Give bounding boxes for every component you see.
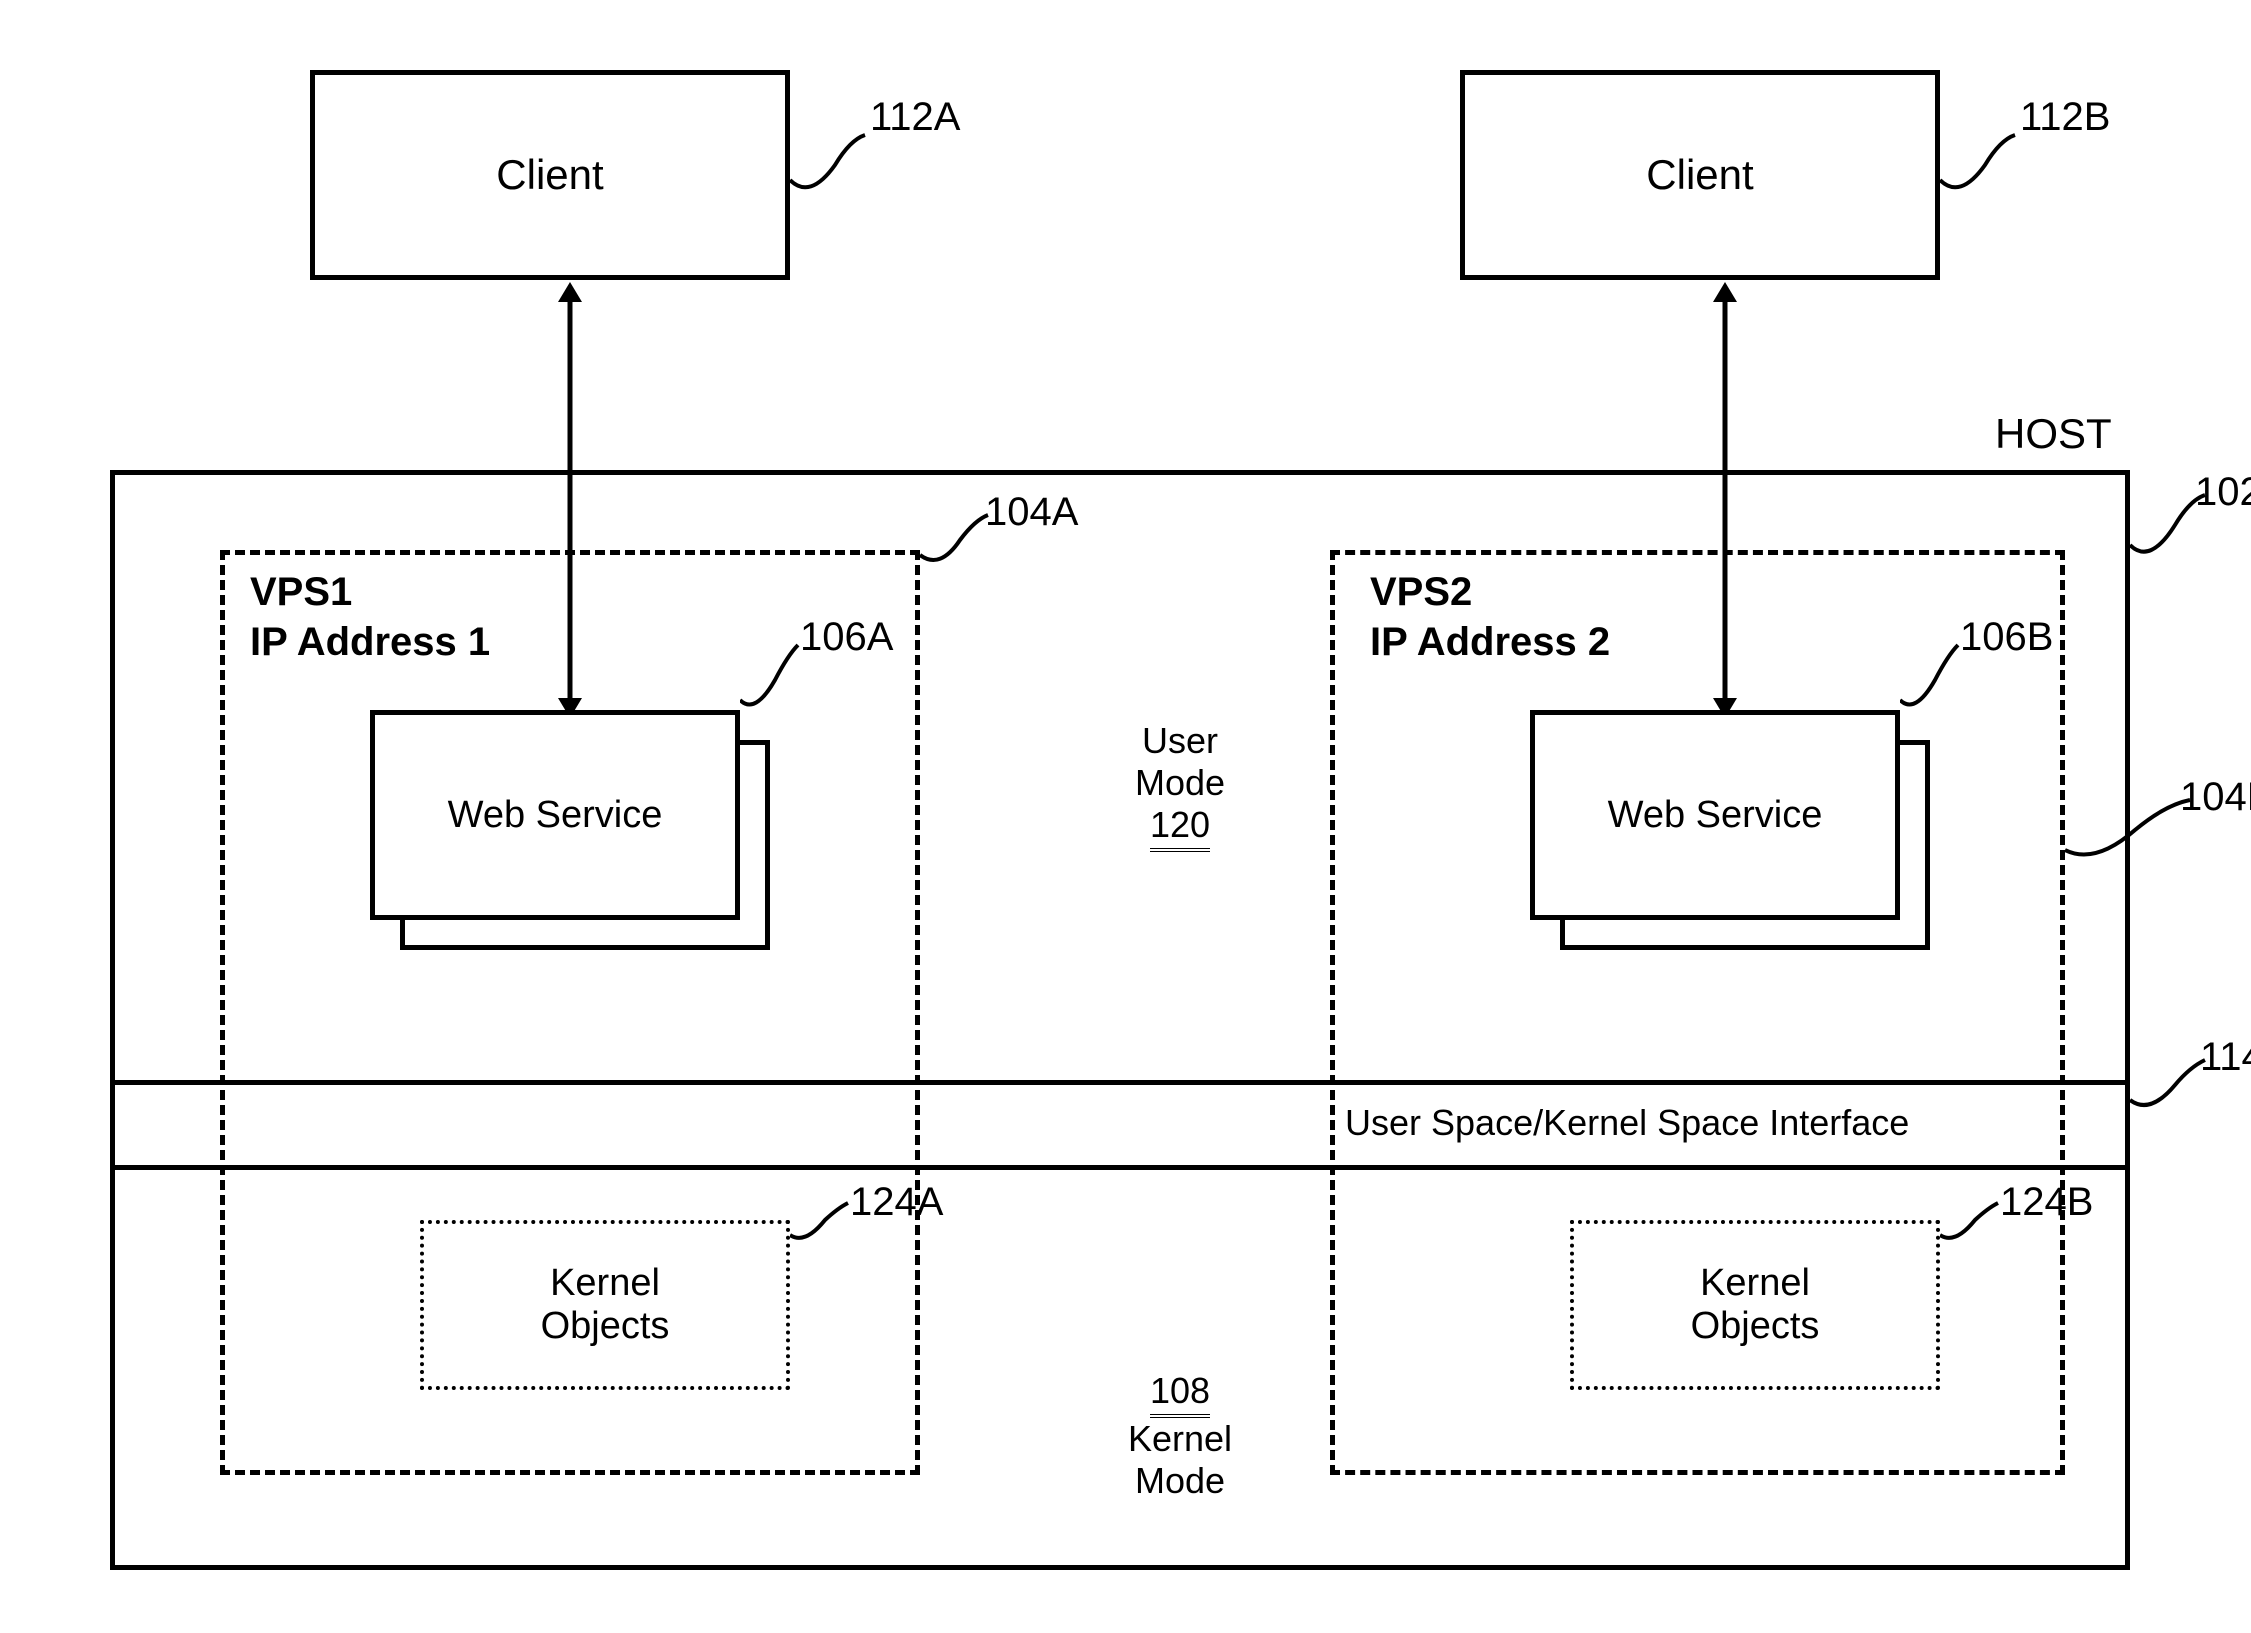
webservice-b-label: Web Service: [1608, 794, 1823, 837]
ref-102: 102: [2195, 470, 2251, 515]
ref-curve-104b: [2065, 795, 2195, 865]
vps1-ip: IP Address 1: [250, 620, 490, 665]
interface-line-bottom: [114, 1165, 2126, 1170]
webservice-a-front: Web Service: [370, 710, 740, 920]
ref-curve-114: [2130, 1055, 2210, 1115]
ref-112a: 112A: [870, 95, 960, 140]
kernel-objects-b-l1: Kernel: [1700, 1262, 1810, 1305]
ref-curve-124a: [790, 1200, 850, 1245]
kernel-mode-label: 108 Kernel Mode: [1090, 1370, 1270, 1502]
client-a-label: Client: [496, 151, 603, 199]
vps2-name: VPS2: [1370, 570, 1472, 615]
ref-114: 114: [2200, 1035, 2251, 1080]
webservice-b-front: Web Service: [1530, 710, 1900, 920]
ref-104b: 104B: [2180, 775, 2251, 820]
kernel-objects-b-box: Kernel Objects: [1570, 1220, 1940, 1390]
ref-124a: 124A: [850, 1180, 943, 1225]
user-mode-ref: 120: [1150, 804, 1210, 852]
kernel-objects-a-box: Kernel Objects: [420, 1220, 790, 1390]
client-a-box: Client: [310, 70, 790, 280]
kernel-objects-a-l2: Objects: [541, 1305, 670, 1348]
ref-106a: 106A: [800, 615, 893, 660]
ref-curve-124b: [1940, 1200, 2000, 1245]
interface-label: User Space/Kernel Space Interface: [1345, 1102, 1909, 1144]
vps2-ip: IP Address 2: [1370, 620, 1610, 665]
client-b-label: Client: [1646, 151, 1753, 199]
vps1-name: VPS1: [250, 570, 352, 615]
ref-104a: 104A: [985, 490, 1078, 535]
client-b-box: Client: [1460, 70, 1940, 280]
kernel-mode-ref: 108: [1150, 1370, 1210, 1418]
kernel-objects-a-l1: Kernel: [550, 1262, 660, 1305]
kernel-objects-b-l2: Objects: [1691, 1305, 1820, 1348]
kernel-mode-line1: Kernel: [1090, 1418, 1270, 1460]
host-label: HOST: [1995, 410, 2112, 458]
ref-curve-106a: [740, 640, 800, 715]
ref-curve-104a: [920, 510, 990, 570]
interface-line-top: [114, 1080, 2126, 1085]
ref-124b: 124B: [2000, 1180, 2093, 1225]
user-mode-label: User Mode 120: [1090, 720, 1270, 852]
ref-112b: 112B: [2020, 95, 2110, 140]
ref-curve-106b: [1900, 640, 1960, 715]
webservice-a-label: Web Service: [448, 794, 663, 837]
ref-106b: 106B: [1960, 615, 2053, 660]
kernel-mode-line2: Mode: [1090, 1460, 1270, 1502]
user-mode-line1: User: [1090, 720, 1270, 762]
architecture-diagram: Client 112A Client 112B HOST 102: [40, 40, 2251, 1593]
ref-curve-112a: [790, 130, 870, 200]
ref-curve-112b: [1940, 130, 2020, 200]
user-mode-line2: Mode: [1090, 762, 1270, 804]
